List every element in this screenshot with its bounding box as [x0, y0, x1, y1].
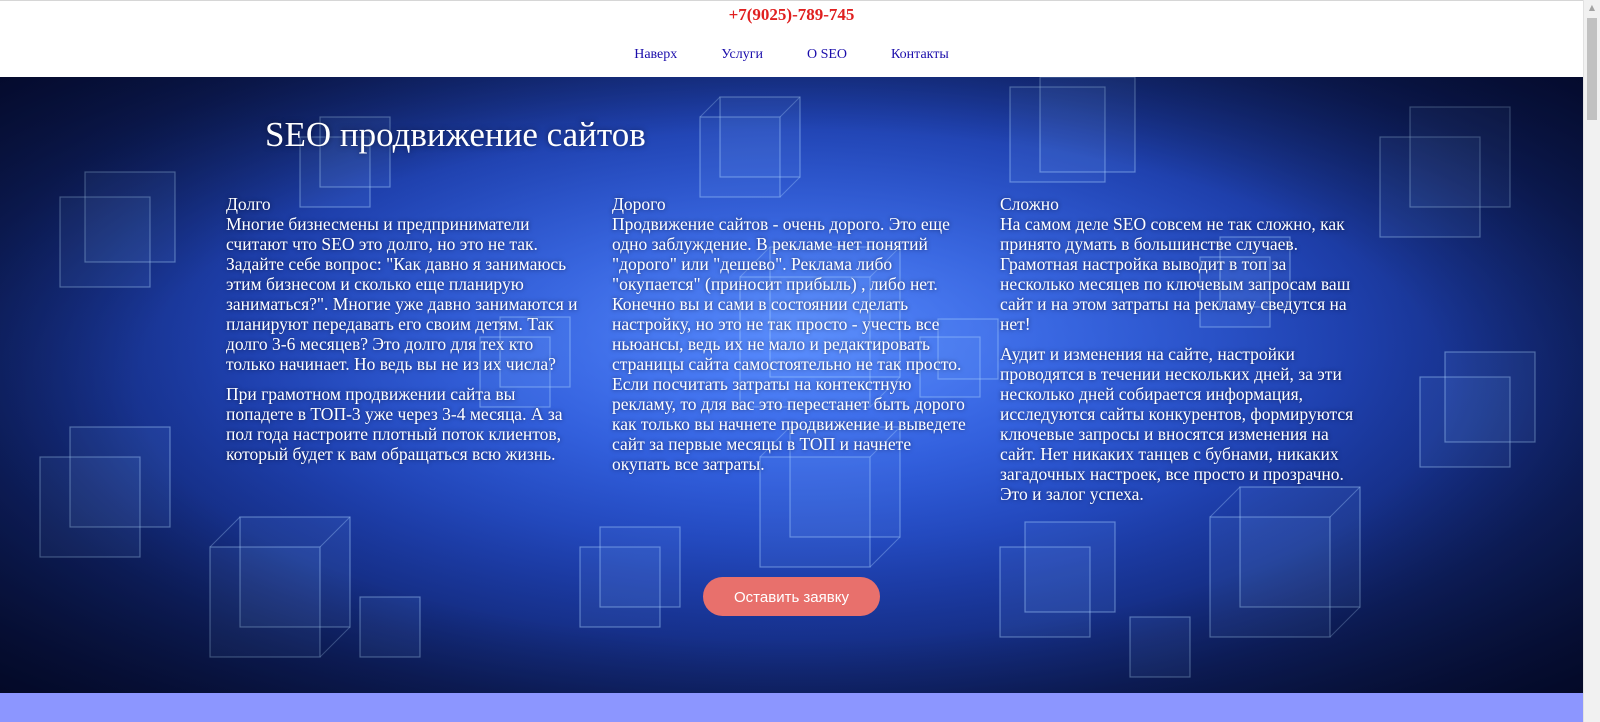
- nav-link-contacts[interactable]: Контакты: [891, 47, 949, 63]
- hero-section: SEO продвижение сайтов Долго Многие бизн…: [0, 77, 1583, 693]
- column-paragraph: Аудит и изменения на сайте, настройки пр…: [1000, 344, 1354, 504]
- column-paragraph: При грамотном продвижении сайта вы попад…: [226, 384, 563, 464]
- nav-link-about-seo[interactable]: О SEO: [807, 47, 847, 63]
- phone-number: +7(9025)-789-745: [728, 5, 855, 24]
- column-paragraph: На самом деле SEO совсем не так сложно, …: [1000, 214, 1351, 334]
- column-title: Сложно: [1000, 194, 1059, 214]
- vertical-scrollbar[interactable]: ▲: [1583, 0, 1600, 722]
- scroll-up-arrow-icon[interactable]: ▲: [1584, 0, 1600, 16]
- column-difficult: Сложно На самом деле SEO совсем не так с…: [1000, 194, 1355, 514]
- hero-title: SEO продвижение сайтов: [265, 115, 646, 154]
- main-nav: Наверх Услуги О SEO Контакты: [0, 47, 1583, 63]
- scrollbar-thumb[interactable]: [1587, 18, 1597, 120]
- column-long: Долго Многие бизнесмены и предпринимател…: [226, 194, 581, 474]
- nav-link-services[interactable]: Услуги: [721, 47, 763, 63]
- column-paragraph: Многие бизнесмены и предприниматели счит…: [226, 214, 578, 374]
- submit-request-button[interactable]: Оставить заявку: [703, 577, 880, 616]
- nav-link-top[interactable]: Наверх: [634, 47, 677, 63]
- column-title: Дорого: [612, 194, 666, 214]
- page: +7(9025)-789-745 Наверх Услуги О SEO Кон…: [0, 0, 1600, 722]
- column-paragraph: Продвижение сайтов - очень дорого. Это е…: [612, 214, 966, 474]
- next-section-band: [0, 693, 1583, 722]
- top-header: +7(9025)-789-745 Наверх Услуги О SEO Кон…: [0, 0, 1583, 77]
- column-expensive: Дорого Продвижение сайтов - очень дорого…: [612, 194, 967, 484]
- column-title: Долго: [226, 194, 271, 214]
